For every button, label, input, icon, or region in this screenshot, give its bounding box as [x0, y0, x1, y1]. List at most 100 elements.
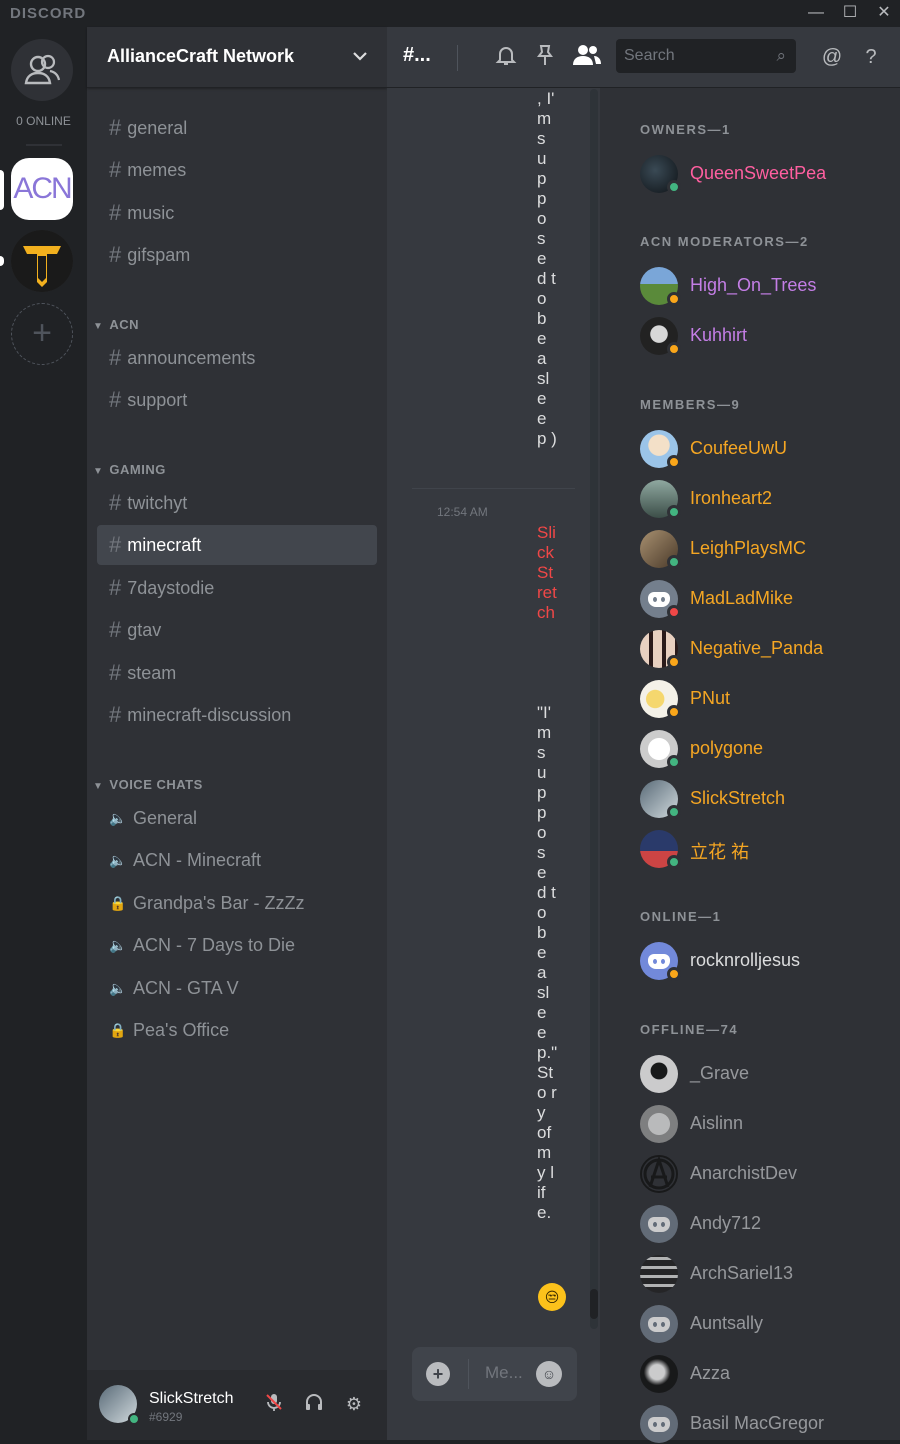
- emoji-picker-icon[interactable]: ☺: [536, 1361, 562, 1387]
- add-server-button[interactable]: +: [11, 303, 73, 365]
- message-divider: [412, 488, 575, 489]
- channel-memes[interactable]: # memes: [97, 150, 377, 190]
- member-item[interactable]: Basil MacGregor: [640, 1404, 890, 1444]
- scrollbar-track[interactable]: [590, 89, 598, 1329]
- member-item[interactable]: ArchSariel13: [640, 1254, 890, 1294]
- channel-steam[interactable]: # steam: [97, 653, 377, 693]
- channel-twitchyt[interactable]: # twitchyt: [97, 483, 377, 523]
- member-item[interactable]: Ironheart2: [640, 479, 890, 519]
- headphones-icon[interactable]: [302, 1392, 326, 1416]
- member-item[interactable]: _Grave: [640, 1054, 890, 1094]
- mute-microphone-icon[interactable]: [262, 1392, 286, 1416]
- guild-t-server[interactable]: [11, 230, 73, 292]
- hash-icon: #: [109, 617, 122, 642]
- friends-button[interactable]: [11, 39, 73, 101]
- category-voice-chats[interactable]: ▼ VOICE CHATS: [93, 777, 203, 792]
- channel-support[interactable]: # support: [97, 380, 377, 420]
- member-item[interactable]: Azza: [640, 1354, 890, 1394]
- member-item[interactable]: LeighPlaysMC: [640, 529, 890, 569]
- channel-minecraft[interactable]: # minecraft: [97, 525, 377, 565]
- channel-label: ACN - GTA V: [133, 977, 239, 998]
- message-composer[interactable]: + Me... ☺: [412, 1347, 577, 1401]
- member-group-online: ONLINE—1: [640, 909, 722, 924]
- speaker-icon: 🔈: [109, 979, 127, 996]
- member-item[interactable]: SlickStretch: [640, 779, 890, 819]
- member-list-icon[interactable]: [571, 44, 603, 70]
- voice-channel-acn-minecraft[interactable]: 🔈 ACN - Minecraft: [97, 840, 377, 880]
- chevron-down-icon: [353, 52, 367, 61]
- member-item[interactable]: 立花 祐: [640, 829, 890, 869]
- channel-label: minecraft-discussion: [127, 704, 292, 725]
- search-input[interactable]: Search ⌕: [616, 39, 796, 73]
- member-item[interactable]: Auntsally: [640, 1304, 890, 1344]
- avatar: [640, 1255, 678, 1293]
- member-item[interactable]: Kuhhirt: [640, 316, 890, 356]
- guild-acn[interactable]: ACN: [11, 158, 73, 220]
- channel-gifspam[interactable]: # gifspam: [97, 235, 377, 275]
- member-name: AnarchistDev: [690, 1163, 798, 1183]
- pin-icon[interactable]: [532, 44, 558, 70]
- bell-icon[interactable]: [493, 44, 519, 70]
- close-icon[interactable]: ✕: [873, 2, 895, 24]
- avatar: [640, 1055, 678, 1093]
- server-header[interactable]: AllianceCraft Network: [87, 27, 387, 88]
- avatar: [640, 1405, 678, 1443]
- member-item[interactable]: MadLadMike: [640, 579, 890, 619]
- status-idle-icon: [667, 655, 681, 669]
- help-icon[interactable]: ?: [858, 44, 884, 70]
- message-text: "I' m s u p p o s e d to b e a sl e e p.…: [537, 703, 557, 1222]
- channel-label: Grandpa's Bar - ZzZz: [133, 892, 305, 913]
- avatar: [640, 1155, 678, 1193]
- chat-area: #... Search ⌕ @ ? , I' m s u p p o s e d …: [387, 27, 900, 1440]
- hash-icon: #: [109, 702, 122, 727]
- member-item[interactable]: polygone: [640, 729, 890, 769]
- member-name: LeighPlaysMC: [690, 538, 807, 558]
- channel-gtav[interactable]: # gtav: [97, 610, 377, 650]
- online-count: 0 ONLINE: [16, 114, 71, 128]
- channel-label: 7daystodie: [127, 577, 215, 598]
- voice-channel-grandpas-bar[interactable]: 🔒 Grandpa's Bar - ZzZz: [97, 883, 377, 923]
- member-item[interactable]: AnarchistDev: [640, 1154, 890, 1194]
- channel-general[interactable]: # general: [97, 108, 377, 148]
- voice-channel-acn-gtav[interactable]: 🔈 ACN - GTA V: [97, 968, 377, 1008]
- gear-icon[interactable]: ⚙: [342, 1392, 366, 1416]
- chevron-down-icon: ▼: [93, 781, 104, 792]
- member-name: Azza: [690, 1363, 731, 1383]
- upload-plus-icon[interactable]: +: [426, 1362, 450, 1386]
- scrollbar-thumb[interactable]: [590, 1289, 598, 1319]
- hash-icon: #: [109, 660, 122, 685]
- avatar: [640, 1205, 678, 1243]
- message-input[interactable]: Me...: [485, 1363, 523, 1383]
- member-item[interactable]: CoufeeUwU: [640, 429, 890, 469]
- channel-announcements[interactable]: # announcements: [97, 338, 377, 378]
- channel-7daystodie[interactable]: #7daystodie: [97, 568, 377, 608]
- unamused-emoji-icon: 😒: [538, 1283, 566, 1311]
- member-item[interactable]: High_On_Trees: [640, 266, 890, 306]
- hash-icon: #: [109, 200, 122, 225]
- member-item[interactable]: Andy712: [640, 1204, 890, 1244]
- member-item[interactable]: QueenSweetPea: [640, 154, 890, 194]
- message-author[interactable]: SlickStretch: [537, 523, 557, 723]
- channel-minecraft-discussion[interactable]: # minecraft-discussion: [97, 695, 377, 735]
- status-online-icon: [667, 505, 681, 519]
- member-name: CoufeeUwU: [690, 438, 788, 458]
- voice-channel-general[interactable]: 🔈 General: [97, 798, 377, 838]
- hash-icon: #: [109, 157, 122, 182]
- minimize-icon[interactable]: —: [805, 2, 827, 24]
- member-group-members: MEMBERS—9: [640, 397, 741, 412]
- status-idle-icon: [667, 342, 681, 356]
- member-item[interactable]: PNut: [640, 679, 890, 719]
- category-gaming[interactable]: ▼ GAMING: [93, 462, 166, 477]
- voice-channel-peas-office[interactable]: 🔒 Pea's Office: [97, 1010, 377, 1050]
- member-item[interactable]: Negative_Panda: [640, 629, 890, 669]
- member-item[interactable]: Aislinn: [640, 1104, 890, 1144]
- member-item[interactable]: rocknrolljesus: [640, 941, 890, 981]
- unread-guild-pill: [0, 256, 4, 266]
- maximize-icon[interactable]: ☐: [839, 2, 861, 24]
- voice-channel-acn-7days[interactable]: 🔈 ACN - 7 Days to Die: [97, 925, 377, 965]
- hash-icon: #: [109, 242, 122, 267]
- channel-label: minecraft: [127, 534, 202, 555]
- channel-music[interactable]: # music: [97, 193, 377, 233]
- category-acn[interactable]: ▼ ACN: [93, 317, 139, 332]
- mention-icon[interactable]: @: [819, 44, 845, 70]
